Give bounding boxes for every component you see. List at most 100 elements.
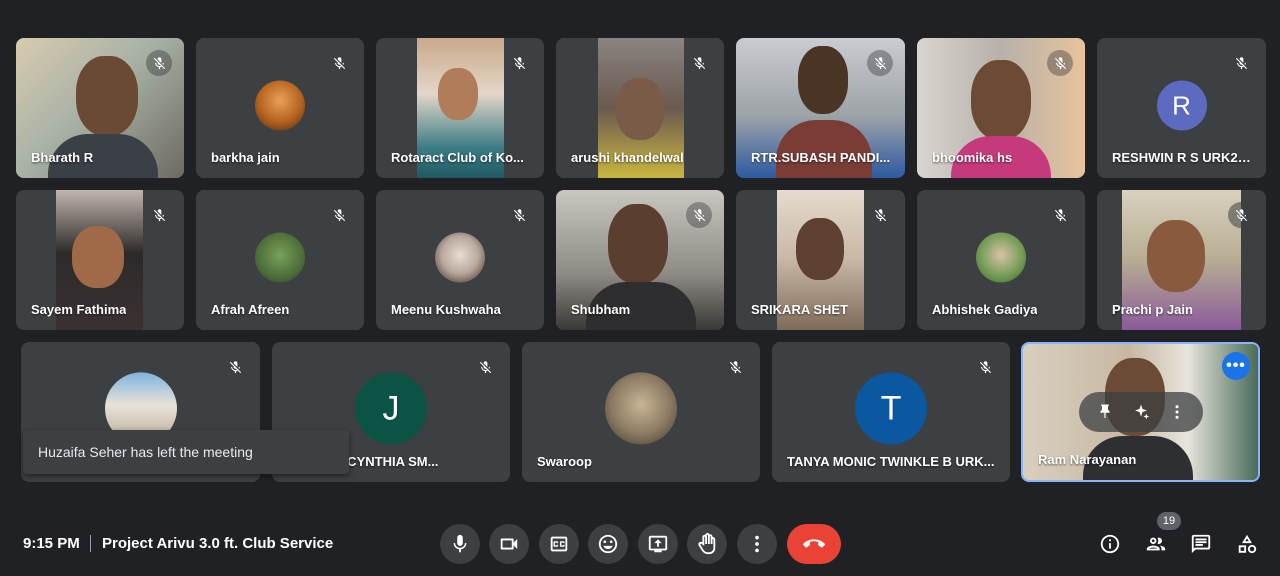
more-vert-icon [755, 535, 759, 553]
participant-name: TANYA MONIC TWINKLE B URK... [787, 454, 995, 469]
mic-off-icon [146, 202, 172, 228]
participant-name: barkha jain [211, 150, 280, 165]
activities-shapes-icon [1238, 534, 1257, 554]
self-view-tile[interactable]: ••• Ram Narayanan [1021, 342, 1260, 482]
participant-name: RTR.SUBASH PANDI... [751, 150, 891, 165]
present-screen-icon [648, 535, 668, 553]
tile-hover-controls [1079, 392, 1203, 432]
mic-off-icon [1047, 202, 1073, 228]
participant-name: bhoomika hs [932, 150, 1013, 165]
more-options-button[interactable] [737, 524, 777, 564]
participant-initial-avatar: J [355, 372, 427, 445]
participant-name: Swaroop [537, 454, 592, 469]
participant-name: Sayem Fathima [31, 302, 127, 317]
hang-up-icon [803, 539, 825, 548]
participant-tile[interactable]: R RESHWIN R S URK22... [1097, 38, 1266, 178]
mic-off-icon [506, 202, 532, 228]
participant-video-body [776, 120, 872, 178]
present-screen-button[interactable] [638, 524, 678, 564]
participant-tile[interactable]: arushi khandelwal [556, 38, 724, 178]
raise-hand-icon [698, 533, 716, 555]
meeting-clock: 9:15 PM [23, 535, 80, 552]
meeting-details-button[interactable] [1098, 532, 1122, 556]
participant-avatar [976, 232, 1026, 283]
mic-off-icon [146, 50, 172, 76]
participant-avatar [435, 232, 485, 283]
participant-name: Rotaract Club of Ko... [391, 150, 524, 165]
participant-tile[interactable]: Prachi p Jain [1097, 190, 1266, 330]
participant-video-face [616, 78, 664, 140]
mic-off-icon [506, 50, 532, 76]
chat-button[interactable] [1189, 532, 1213, 556]
participant-name: Afrah Afreen [211, 302, 290, 317]
notification-toast: Huzaifa Seher has left the meeting [23, 430, 349, 474]
participant-tile[interactable]: Sayem Fathima [16, 190, 184, 330]
divider [90, 535, 91, 552]
mic-off-icon [867, 202, 893, 228]
participant-name: Meenu Kushwaha [391, 302, 501, 317]
mic-off-icon [326, 202, 352, 228]
camera-icon [500, 538, 518, 550]
participant-name: RESHWIN R S URK22... [1112, 150, 1252, 165]
participant-name: Shubham [571, 302, 631, 317]
effects-sparkle-icon[interactable] [1130, 401, 1152, 423]
participant-tile[interactable]: Abhishek Gadiya [917, 190, 1085, 330]
mic-off-icon [1228, 50, 1254, 76]
closed-captions-icon [550, 536, 568, 552]
participant-video-face [798, 46, 848, 114]
participant-tile[interactable]: barkha jain [196, 38, 364, 178]
microphone-icon [453, 534, 467, 553]
activities-button[interactable] [1235, 532, 1259, 556]
captions-button[interactable] [539, 524, 579, 564]
mic-off-icon [686, 202, 712, 228]
participant-tile[interactable]: Afrah Afreen [196, 190, 364, 330]
participant-initial-avatar: R [1156, 80, 1207, 131]
tile-menu-icon[interactable]: ••• [1222, 352, 1250, 380]
people-button[interactable] [1144, 532, 1168, 556]
participant-count-badge: 19 [1157, 512, 1181, 530]
mic-off-icon [472, 354, 498, 380]
participant-name: Bharath R [31, 150, 94, 165]
chat-icon [1191, 534, 1211, 554]
pin-icon[interactable] [1094, 401, 1116, 423]
participant-video-face [438, 68, 478, 120]
participant-video-face [796, 218, 844, 280]
participant-name: SRIKARA SHET [751, 302, 849, 317]
camera-button[interactable] [489, 524, 529, 564]
participant-grid: Bharath R barkha jain Rotaract Club of K… [0, 0, 1280, 500]
info-icon [1100, 534, 1120, 554]
participant-tile[interactable]: Meenu Kushwaha [376, 190, 544, 330]
participant-tile[interactable]: SRIKARA SHET [736, 190, 905, 330]
participant-tile[interactable]: RTR.SUBASH PANDI... [736, 38, 905, 178]
leave-call-button[interactable] [787, 524, 841, 564]
bottom-bar: 9:15 PM Project Arivu 3.0 ft. Club Servi… [0, 500, 1280, 576]
mic-off-icon [686, 50, 712, 76]
people-icon [1146, 537, 1166, 551]
raise-hand-button[interactable] [687, 524, 727, 564]
participant-tile[interactable]: Rotaract Club of Ko... [376, 38, 544, 178]
mic-off-icon [867, 50, 893, 76]
participant-tile[interactable]: Shubham [556, 190, 724, 330]
mic-off-icon [1047, 50, 1073, 76]
participant-name: Ram Narayanan [1038, 452, 1137, 467]
mic-off-icon [326, 50, 352, 76]
mic-off-icon [222, 354, 248, 380]
participant-tile[interactable]: Bharath R [16, 38, 184, 178]
more-options-icon[interactable] [1166, 401, 1188, 423]
participant-name: Prachi p Jain [1112, 302, 1193, 317]
participant-tile[interactable]: Swaroop [522, 342, 760, 482]
participant-initial-avatar: T [855, 372, 927, 445]
participant-tile[interactable]: bhoomika hs [917, 38, 1085, 178]
microphone-button[interactable] [440, 524, 480, 564]
mic-off-icon [1228, 202, 1254, 228]
participant-video-face [971, 60, 1031, 140]
participant-tile[interactable]: T TANYA MONIC TWINKLE B URK... [772, 342, 1010, 482]
participant-name: Abhishek Gadiya [932, 302, 1038, 317]
reactions-button[interactable] [588, 524, 628, 564]
emoji-icon [598, 534, 618, 554]
mic-off-icon [722, 354, 748, 380]
participant-avatar [605, 372, 677, 445]
participant-video-face [76, 56, 138, 136]
participant-video-face [1147, 220, 1205, 292]
participant-avatar [255, 80, 305, 131]
